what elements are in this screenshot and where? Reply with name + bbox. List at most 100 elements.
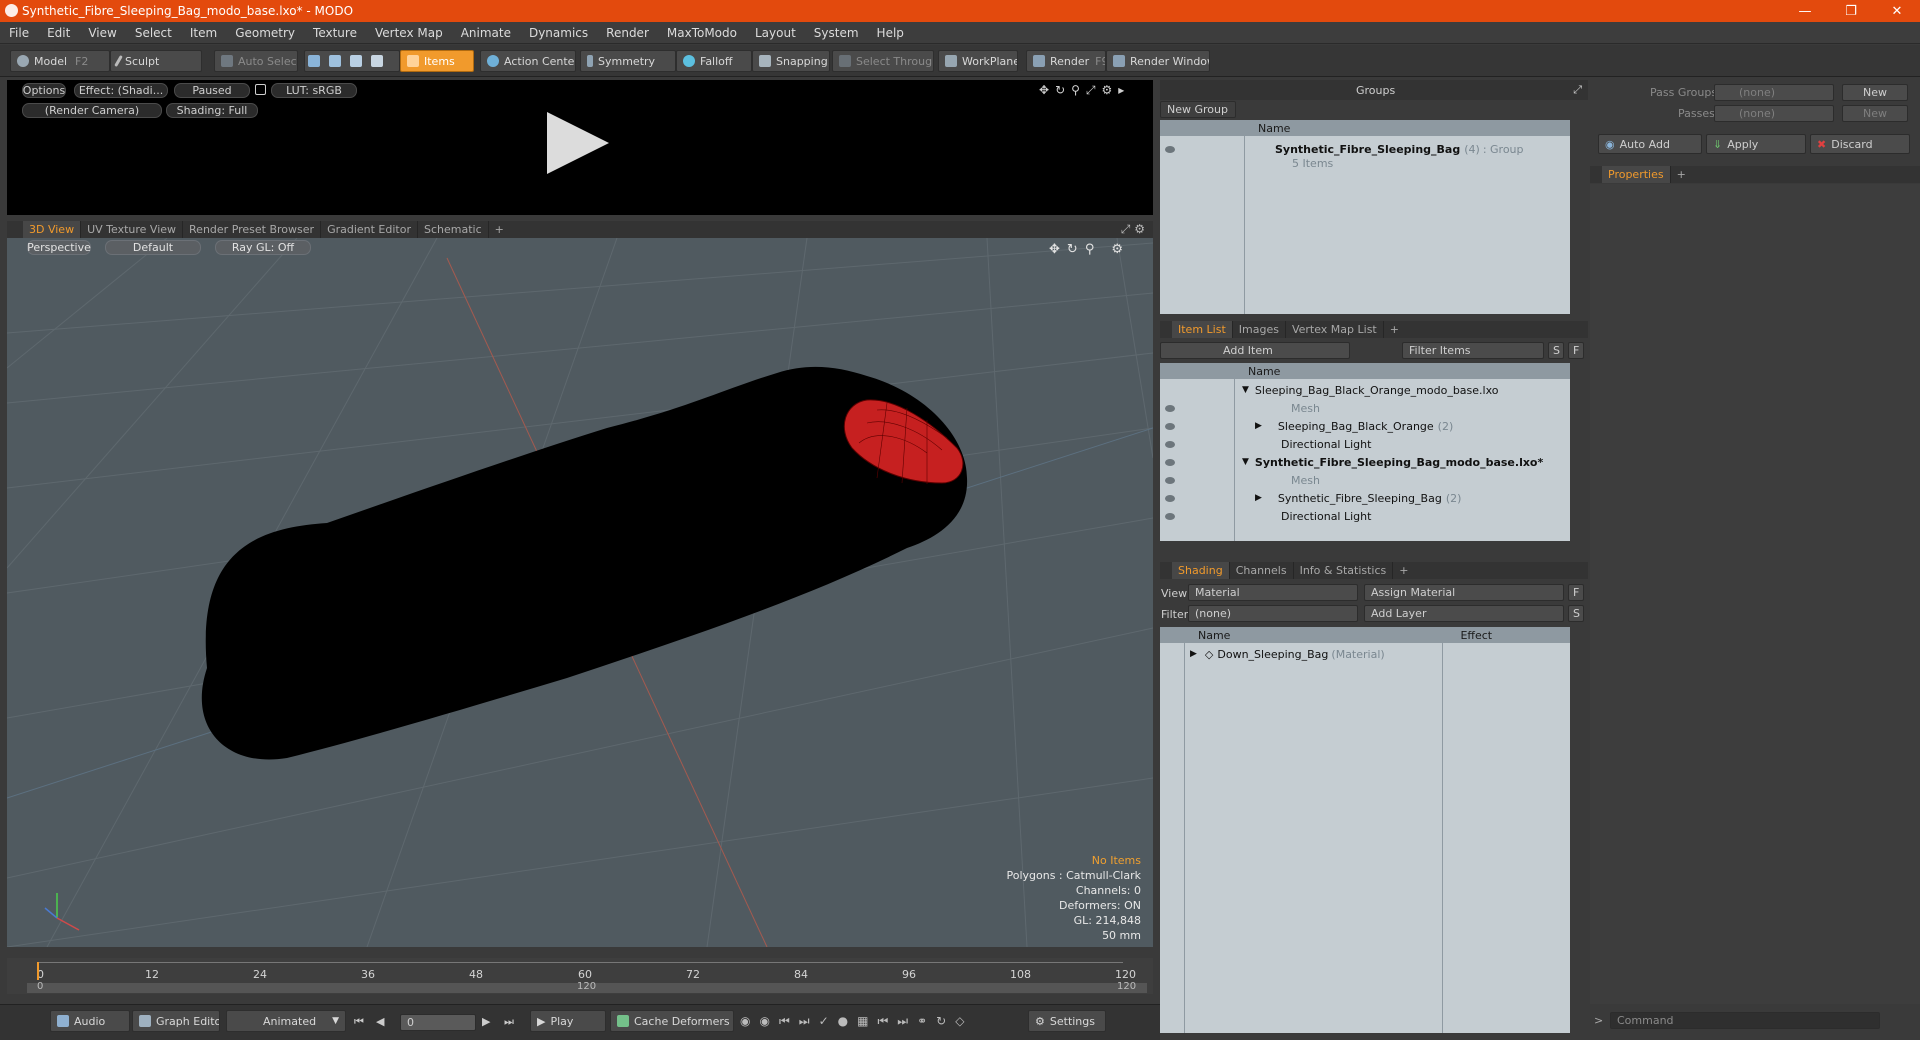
- eye-icon[interactable]: [1165, 440, 1175, 448]
- maximize-icon[interactable]: ⤢: [1086, 83, 1096, 97]
- menu-view[interactable]: View: [79, 26, 125, 40]
- lock-icon[interactable]: [255, 84, 266, 95]
- add-layer-dropdown[interactable]: Add Layer: [1364, 605, 1564, 622]
- eye-icon[interactable]: [1165, 404, 1175, 412]
- list-item[interactable]: ▼ Sleeping_Bag_Black_Orange_modo_base.lx…: [1160, 381, 1499, 399]
- menu-file[interactable]: File: [0, 26, 38, 40]
- restore-icon[interactable]: ❐: [1828, 0, 1874, 22]
- list-item[interactable]: ▶ Sleeping_Bag_Black_Orange (2): [1160, 417, 1453, 435]
- record-icon[interactable]: ●: [838, 1014, 848, 1032]
- eye-icon[interactable]: [1165, 458, 1175, 466]
- preview-paused-toggle[interactable]: Paused: [174, 83, 250, 98]
- command-input[interactable]: Command: [1610, 1012, 1880, 1029]
- action-center-button[interactable]: Action Center: [480, 50, 576, 72]
- tab-gradient-editor[interactable]: Gradient Editor: [321, 221, 418, 238]
- discard-button[interactable]: ✖ Discard: [1810, 134, 1910, 154]
- step-forward-icon[interactable]: ▶: [482, 1015, 490, 1028]
- model-mode-button[interactable]: Model F2: [10, 50, 110, 72]
- add-tab-icon[interactable]: +: [489, 221, 510, 238]
- new-pass-button[interactable]: New: [1842, 105, 1908, 122]
- symmetry-button[interactable]: Symmetry: [580, 50, 676, 72]
- item-filter-s-button[interactable]: S: [1548, 342, 1564, 359]
- vertices-mode-icon[interactable]: [308, 55, 320, 67]
- filter-items-input[interactable]: Filter Items: [1402, 342, 1544, 359]
- gear-icon[interactable]: ⚙: [1111, 242, 1123, 257]
- tab-shading[interactable]: Shading: [1172, 562, 1230, 579]
- gear-icon[interactable]: ⚙: [1134, 222, 1145, 236]
- menu-help[interactable]: Help: [868, 26, 913, 40]
- preview-effect-dropdown[interactable]: Effect: (Shadi...: [74, 83, 168, 98]
- pass-groups-dropdown[interactable]: (none): [1714, 84, 1834, 101]
- shading-f-button[interactable]: F: [1568, 584, 1584, 601]
- next-key-icon[interactable]: ⏭: [799, 1014, 810, 1032]
- maximize-icon[interactable]: ⤢: [1121, 222, 1131, 236]
- apply-button[interactable]: ⇓ Apply: [1706, 134, 1806, 154]
- passes-dropdown[interactable]: (none): [1714, 105, 1834, 122]
- list-item[interactable]: Directional Light: [1160, 507, 1371, 525]
- menu-geometry[interactable]: Geometry: [226, 26, 304, 40]
- viewport-style-dropdown[interactable]: Default: [105, 240, 201, 255]
- list-item[interactable]: ▶ Synthetic_Fibre_Sleeping_Bag (2): [1160, 489, 1461, 507]
- menu-render[interactable]: Render: [597, 26, 658, 40]
- snapping-button[interactable]: Snapping: [752, 50, 830, 72]
- new-group-button[interactable]: New Group: [1160, 101, 1236, 118]
- view-dropdown[interactable]: Material: [1188, 584, 1358, 601]
- menu-system[interactable]: System: [805, 26, 868, 40]
- move-view-icon[interactable]: ✥: [1049, 242, 1060, 257]
- menu-select[interactable]: Select: [126, 26, 181, 40]
- skip-to-end-icon[interactable]: ⏭: [504, 1015, 514, 1029]
- eye-icon[interactable]: [1165, 512, 1175, 520]
- tab-images[interactable]: Images: [1233, 321, 1286, 338]
- eye-icon[interactable]: [1165, 422, 1175, 430]
- preview-options-button[interactable]: Options: [22, 83, 66, 98]
- sync-icon[interactable]: ↻: [936, 1014, 946, 1032]
- tab-uv-texture-view[interactable]: UV Texture View: [81, 221, 184, 238]
- add-tab-icon[interactable]: +: [1384, 321, 1405, 338]
- next-key-frame-icon[interactable]: ⏭: [897, 1014, 908, 1032]
- prev-key-icon[interactable]: ⏮: [779, 1014, 790, 1032]
- menu-layout[interactable]: Layout: [746, 26, 805, 40]
- tab-item-list[interactable]: Item List: [1172, 321, 1233, 338]
- menu-maxtomodo[interactable]: MaxToModo: [658, 26, 746, 40]
- key-options-icon[interactable]: ◉: [759, 1014, 769, 1032]
- minimize-icon[interactable]: —: [1782, 0, 1828, 22]
- menu-texture[interactable]: Texture: [304, 26, 366, 40]
- zoom-view-icon[interactable]: ⚲: [1071, 83, 1080, 97]
- render-window-button[interactable]: Render Window: [1106, 50, 1210, 72]
- tab-properties[interactable]: Properties: [1602, 166, 1671, 183]
- prev-key-frame-icon[interactable]: ⏮: [877, 1014, 888, 1032]
- new-pass-group-button[interactable]: New: [1842, 84, 1908, 101]
- play-preview-icon[interactable]: [545, 110, 611, 176]
- skip-to-start-icon[interactable]: ⏮: [354, 1015, 364, 1029]
- step-back-icon[interactable]: ◀: [376, 1015, 384, 1028]
- assign-material-button[interactable]: Assign Material: [1364, 584, 1564, 601]
- settings-button[interactable]: ⚙ Settings: [1028, 1010, 1106, 1032]
- move-view-icon[interactable]: ✥: [1039, 83, 1049, 97]
- polygons-mode-icon[interactable]: [350, 55, 362, 67]
- key-filter-icon[interactable]: ▦: [857, 1014, 868, 1032]
- material-row[interactable]: ▶ ◇ Down_Sleeping_Bag (Material): [1160, 645, 1385, 663]
- auto-key-icon[interactable]: ✓: [819, 1014, 829, 1032]
- key-icon[interactable]: ◉: [740, 1014, 750, 1032]
- edges-mode-icon[interactable]: [329, 55, 341, 67]
- zoom-view-icon[interactable]: ⚲: [1085, 242, 1095, 257]
- menu-item[interactable]: Item: [181, 26, 226, 40]
- list-item[interactable]: Mesh: [1160, 399, 1320, 417]
- render-button[interactable]: Render F9: [1026, 50, 1106, 72]
- playback-range-bar[interactable]: 0 120 120: [27, 981, 1147, 993]
- playhead[interactable]: [37, 962, 39, 980]
- eye-icon[interactable]: [1165, 145, 1175, 153]
- frame-input[interactable]: 0: [400, 1014, 476, 1031]
- sculpt-mode-button[interactable]: Sculpt: [110, 50, 202, 72]
- add-item-dropdown[interactable]: Add Item: [1160, 342, 1350, 359]
- menu-animate[interactable]: Animate: [452, 26, 520, 40]
- maximize-icon[interactable]: ⤢: [1573, 83, 1582, 97]
- menu-edit[interactable]: Edit: [38, 26, 79, 40]
- auto-add-button[interactable]: ◉ Auto Add: [1598, 134, 1702, 154]
- rotate-view-icon[interactable]: ↻: [1055, 83, 1065, 97]
- perspective-dropdown[interactable]: Perspective: [27, 240, 91, 255]
- gear-icon[interactable]: ⚙: [1102, 83, 1113, 97]
- item-filter-f-button[interactable]: F: [1568, 342, 1584, 359]
- play-button[interactable]: ▶ Play: [530, 1010, 606, 1032]
- animated-dropdown[interactable]: Animated ▼: [226, 1010, 346, 1032]
